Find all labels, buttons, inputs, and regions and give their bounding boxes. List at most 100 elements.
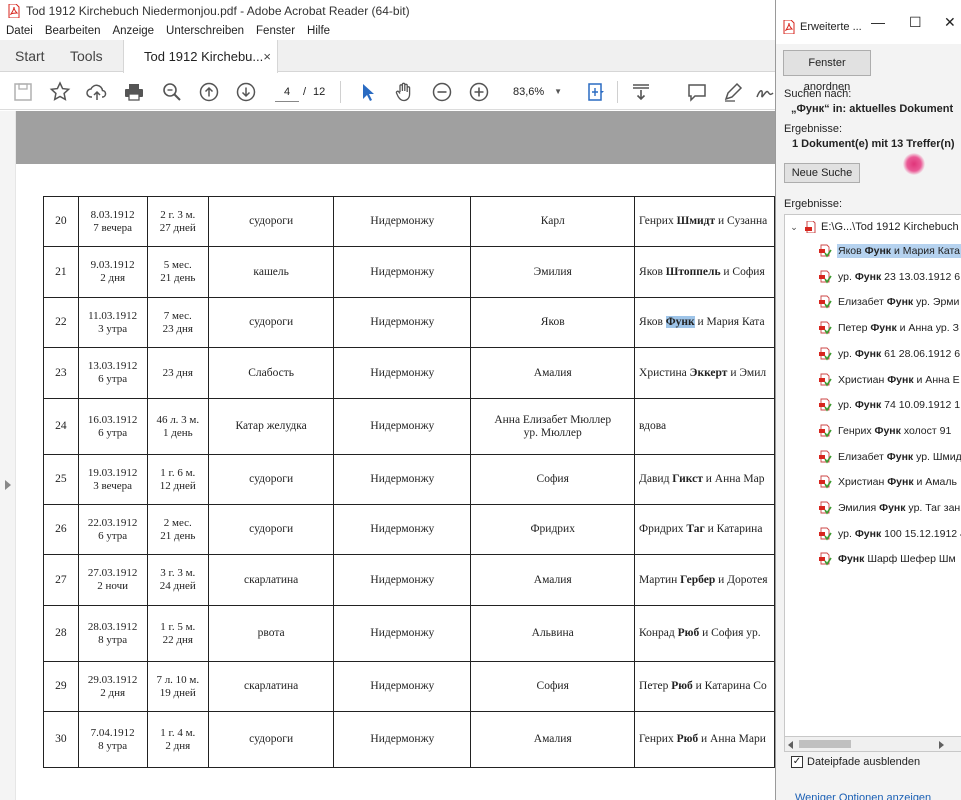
menu-bearbeiten[interactable]: Bearbeiten: [39, 25, 107, 37]
page-up-icon[interactable]: [196, 79, 222, 105]
tree-root-document[interactable]: ⌄ E:\G...\Tod 1912 Kirchebuch: [785, 217, 961, 237]
search-result-item[interactable]: ур. Функ 61 28.06.1912 6: [818, 344, 961, 364]
result-match: Функ: [879, 502, 906, 514]
cause-of-death: скарлатина: [244, 573, 299, 586]
search-zoom-icon[interactable]: [159, 79, 185, 105]
cell-name: Амалия: [470, 347, 636, 399]
close-icon[interactable]: ✕: [944, 14, 956, 31]
tab-document[interactable]: Tod 1912 Kirchebu... ×: [123, 40, 278, 73]
scroll-mode-icon[interactable]: [628, 79, 654, 105]
search-result-item[interactable]: Христиан Функ и Анна Е: [818, 370, 961, 390]
search-result-item[interactable]: Елизабет Функ ур. Шмид: [818, 447, 961, 467]
search-result-item[interactable]: Функ Шарф Шефер Шм: [818, 549, 961, 569]
cell-date: 22.03.1912 6 утра: [77, 504, 148, 555]
cell-name: Яков: [470, 297, 636, 348]
comment-icon[interactable]: [684, 79, 710, 105]
document-view[interactable]: 20 8.03.1912 7 вечера 2 г. 3 м. 27 дней судор…: [0, 111, 775, 800]
arrange-windows-button[interactable]: Fenster anordnen: [783, 50, 871, 93]
cause-of-death: кашель: [253, 265, 289, 278]
result-match: Функ: [874, 424, 901, 437]
search-result-item[interactable]: ур. Функ 100 15.12.1912 4: [818, 524, 961, 544]
menu-anzeige[interactable]: Anzeige: [106, 25, 160, 37]
search-result-item[interactable]: Яков Функ и Мария Ката: [818, 241, 961, 261]
page-number-input[interactable]: 4: [275, 82, 299, 102]
cell-age: 23 дня: [146, 347, 210, 399]
age-primary: 46 л. 3 м.: [156, 413, 200, 426]
maximize-icon[interactable]: ☐: [909, 14, 922, 31]
scroll-right-icon[interactable]: [939, 741, 944, 749]
upload-cloud-icon[interactable]: [84, 79, 110, 105]
cell-date: 7.04.1912 8 утра: [77, 711, 148, 768]
bookmark-star-icon[interactable]: [47, 79, 73, 105]
entry-number: 29: [55, 680, 67, 692]
new-search-button[interactable]: Neue Suche: [784, 163, 860, 183]
pen-icon[interactable]: [720, 79, 746, 105]
deceased-name: Карл: [540, 215, 565, 227]
search-hit-icon: [818, 244, 832, 258]
chevron-down-icon[interactable]: ⌄: [787, 222, 801, 233]
tab-tools[interactable]: Tools: [70, 40, 103, 72]
fit-page-icon[interactable]: [582, 79, 608, 105]
navigation-pane-collapsed[interactable]: [0, 111, 16, 800]
select-arrow-icon[interactable]: [354, 79, 380, 105]
cell-date: 28.03.1912 8 утра: [77, 605, 148, 662]
result-match: Функ: [887, 373, 914, 386]
parents-surname: Штоппель: [665, 265, 721, 278]
place: Нидермонжу: [370, 265, 435, 278]
main-toolbar: 4 / 12 83,6% ▼: [0, 73, 775, 110]
menu-hilfe[interactable]: Hilfe: [301, 25, 336, 37]
search-result-item[interactable]: Петер Функ и Анна ур. З: [818, 318, 961, 338]
age-secondary: 21 день: [160, 272, 196, 284]
search-result-item[interactable]: Елизабет Функ ур. Эрми: [818, 292, 961, 312]
search-result-item[interactable]: Эмилия Функ ур. Таг зан: [818, 498, 961, 518]
search-result-text: Христиан Функ и Амаль: [837, 475, 958, 489]
horizontal-scrollbar[interactable]: [784, 736, 961, 752]
result-prefix: Генрих: [838, 424, 875, 437]
menu-unterschreiben[interactable]: Unterschreiben: [160, 25, 250, 37]
page-total: 12: [313, 86, 326, 98]
result-prefix: Христиан: [838, 373, 888, 386]
deceased-maiden-name: ур. Мюллер: [523, 426, 582, 439]
print-icon[interactable]: [121, 79, 147, 105]
scroll-left-icon[interactable]: [788, 741, 793, 749]
minimize-icon[interactable]: —: [871, 14, 885, 30]
age-secondary: 23 дня: [162, 322, 193, 335]
tab-start[interactable]: Start: [15, 40, 45, 72]
search-result-text: ур. Функ 23 13.03.1912 6: [837, 270, 961, 284]
cell-date: 19.03.1912 3 вечера: [77, 454, 148, 505]
search-result-item[interactable]: ур. Функ 74 10.09.1912 1: [818, 395, 961, 415]
cell-date: 8.03.1912 7 вечера: [77, 196, 148, 247]
search-result-item[interactable]: Генрих Функ холост 91: [818, 421, 961, 441]
zoom-out-icon[interactable]: [429, 79, 455, 105]
hand-icon[interactable]: [391, 79, 417, 105]
zoom-level-select[interactable]: 83,6% ▼: [508, 82, 564, 102]
scrollbar-thumb[interactable]: [799, 740, 851, 748]
entry-number: 23: [55, 366, 67, 379]
page-down-icon[interactable]: [233, 79, 259, 105]
search-result-item[interactable]: ур. Функ 23 13.03.1912 6: [818, 267, 961, 287]
results-tree[interactable]: ⌄ E:\G...\Tod 1912 Kirchebuch Яков Функ …: [784, 214, 961, 752]
hide-paths-option[interactable]: ✓ Dateipfade ausblenden: [791, 754, 920, 770]
zoom-in-icon[interactable]: [466, 79, 492, 105]
parents-prefix: Конрад: [639, 627, 678, 639]
expand-pane-arrow-icon[interactable]: [5, 480, 11, 490]
death-time: 6 утра: [98, 373, 128, 385]
parents-suffix: и Эмил: [727, 366, 767, 379]
cell-age: 1 г. 5 м. 22 дня: [146, 605, 210, 662]
cell-place: Нидермонжу: [333, 661, 472, 712]
fewer-options-link[interactable]: Weniger Optionen anzeigen: [795, 792, 931, 800]
close-tab-icon[interactable]: ×: [263, 49, 271, 64]
save-icon[interactable]: [10, 79, 36, 105]
result-suffix: ур. Шмид: [913, 450, 961, 463]
cell-parents: Яков Функ и Мария Ката: [634, 297, 775, 348]
menu-datei[interactable]: Datei: [0, 25, 39, 37]
result-suffix: Шарф Шефер Шм: [864, 553, 956, 566]
result-prefix: Елизабет: [838, 450, 887, 463]
search-result-item[interactable]: Христиан Функ и Амаль: [818, 472, 961, 492]
hide-paths-checkbox[interactable]: ✓: [791, 756, 803, 768]
menu-fenster[interactable]: Fenster: [250, 25, 301, 37]
result-prefix: ур.: [838, 270, 855, 283]
result-prefix: Елизабет: [838, 296, 887, 309]
result-match: Функ: [886, 450, 914, 463]
cell-place: Нидермонжу: [333, 605, 472, 662]
